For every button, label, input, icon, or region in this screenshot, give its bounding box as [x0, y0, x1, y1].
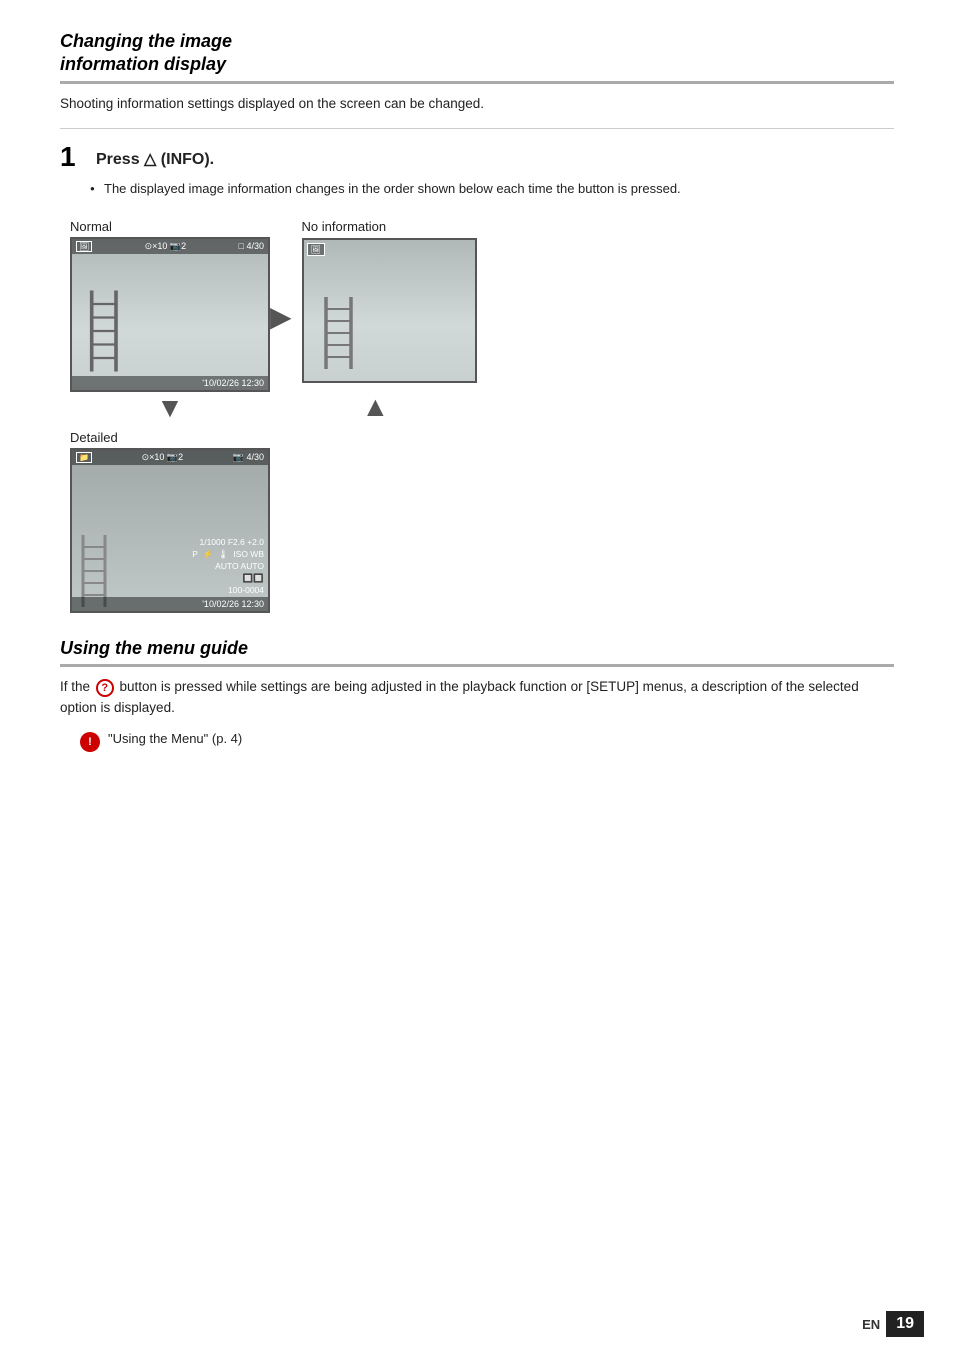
step1-row: 1 Press △ (INFO).: [60, 143, 894, 171]
detail-info-area: 1/1000 F2.6 +2.0 P ⚡ 🌡 ISO WB AUTO AUTO …: [192, 537, 264, 596]
normal-top-right: □ 4/30: [239, 241, 264, 251]
normal-topleft-icon: 🖼: [76, 241, 92, 252]
step-title-prefix: Press: [96, 151, 144, 168]
heading-line1: Changing the image: [60, 31, 232, 51]
detailed-tbar-left: 📁: [76, 452, 92, 463]
detailed-top-center: ⊙×10 📷2: [142, 452, 184, 463]
normal-top-bar: 🖼 ⊙×10 📷2 □ 4/30: [72, 239, 268, 254]
en-label: EN: [862, 1317, 880, 1332]
heading-line2: information display: [60, 54, 226, 74]
section1-heading: Changing the image information display: [60, 30, 894, 84]
arrow-down1: ▼: [70, 394, 270, 422]
detail-frame: 100-0004: [192, 585, 264, 597]
note-row: ! "Using the Menu" (p. 4): [80, 731, 894, 752]
normal-bottom-bar: '10/02/26 12:30: [72, 376, 268, 390]
step-triangle: △: [144, 151, 156, 168]
detailed-top-bar: 📁 ⊙×10 📷2 📷 4/30: [72, 450, 268, 465]
body-text2: button is pressed while settings are bei…: [60, 679, 859, 715]
arrow-right-container: ▶: [270, 213, 292, 331]
bullet-item: The displayed image information changes …: [90, 179, 894, 199]
detailed-screen: 📁 ⊙×10 📷2 📷 4/30: [70, 448, 270, 613]
detailed-bottom-bar: '10/02/26 12:30: [72, 597, 268, 611]
normal-label: Normal: [70, 219, 270, 234]
divider1: [60, 128, 894, 129]
section2: Using the menu guide If the ? button is …: [60, 637, 894, 752]
step-number: 1: [60, 143, 88, 171]
normal-tbar-left: 🖼: [76, 241, 92, 252]
detailed-top-right: 📷 4/30: [233, 452, 264, 463]
step-bullets: The displayed image information changes …: [90, 179, 894, 199]
section2-body: If the ? button is pressed while setting…: [60, 677, 894, 719]
arrow-right: ▶: [270, 303, 292, 331]
detail-mode2: AUTO AUTO: [192, 561, 264, 573]
no-info-ladder: [319, 293, 364, 373]
detail-icons: 🔲🔲: [192, 573, 264, 585]
section2-heading-text: Using the menu guide: [60, 637, 894, 660]
right-screens: No information 🖼: [302, 213, 477, 423]
normal-top-center: ⊙×10 📷2: [145, 241, 187, 252]
step-title: Press △ (INFO).: [96, 143, 214, 169]
detailed-frame-count: 📷 4/30: [233, 452, 264, 463]
no-info-screen: 🖼: [302, 238, 477, 383]
no-info-icon: 🖼: [307, 243, 325, 256]
note-icon: !: [80, 732, 100, 752]
normal-screen: 🖼 ⊙×10 📷2 □ 4/30: [70, 237, 270, 392]
section2-heading: Using the menu guide: [60, 637, 894, 667]
intro-text: Shooting information settings displayed …: [60, 94, 894, 114]
detail-shutter: 1/1000 F2.6 +2.0: [192, 537, 264, 549]
note-text: "Using the Menu" (p. 4): [108, 731, 242, 746]
step-title-suffix: (INFO).: [156, 151, 214, 168]
no-info-label: No information: [302, 219, 387, 234]
normal-frame: □ 4/30: [239, 241, 264, 251]
help-icon: ?: [96, 679, 114, 697]
detailed-label: Detailed: [70, 430, 270, 445]
detail-mode: P ⚡ 🌡 ISO WB: [192, 549, 264, 561]
detailed-topleft-icon: 📁: [76, 452, 92, 463]
arrow-up: ▲: [362, 391, 390, 423]
page-number: 19: [886, 1311, 924, 1337]
normal-ladder: [82, 286, 132, 376]
screens-area: Normal 🖼 ⊙×10 📷2 □ 4/30: [70, 213, 894, 613]
left-screens: Normal 🖼 ⊙×10 📷2 □ 4/30: [70, 213, 270, 613]
page-footer: EN 19: [862, 1311, 924, 1337]
body-text1: If the: [60, 679, 94, 694]
